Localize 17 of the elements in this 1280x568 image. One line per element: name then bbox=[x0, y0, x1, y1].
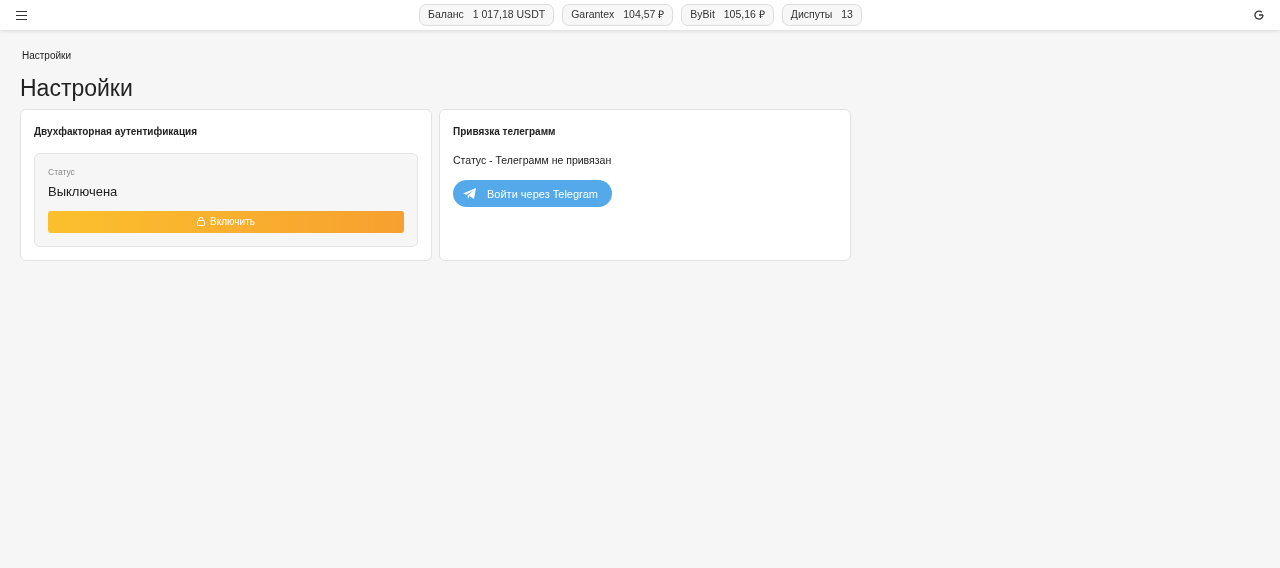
stat-chip: Диспуты 13 bbox=[781, 4, 862, 26]
enable-button[interactable]: Включить bbox=[48, 210, 404, 233]
refresh-icon[interactable] bbox=[1254, 10, 1264, 20]
lock-icon bbox=[197, 217, 206, 227]
status-label: Статус bbox=[48, 165, 76, 179]
paper-plane-icon bbox=[463, 187, 477, 200]
status-value: Выключена bbox=[48, 183, 119, 202]
breadcrumb: Настройки bbox=[21, 49, 73, 63]
page-title: Настройки bbox=[20, 75, 134, 103]
stat-chip: ByBit 105,16 ₽ bbox=[681, 4, 774, 26]
telegram-login-button[interactable]: Войти через Telegram bbox=[453, 180, 613, 208]
card-title: Двухфакторная аутентификация bbox=[34, 124, 199, 139]
card-title: Привязка телеграмм bbox=[453, 124, 557, 139]
stat-chip: Баланс 1 017,18 USDT bbox=[419, 4, 555, 26]
stat-chip: Garantex 104,57 ₽ bbox=[562, 4, 674, 26]
status-text: Статус - Телеграмм не привязан bbox=[453, 152, 613, 168]
menu-icon[interactable] bbox=[16, 10, 27, 20]
